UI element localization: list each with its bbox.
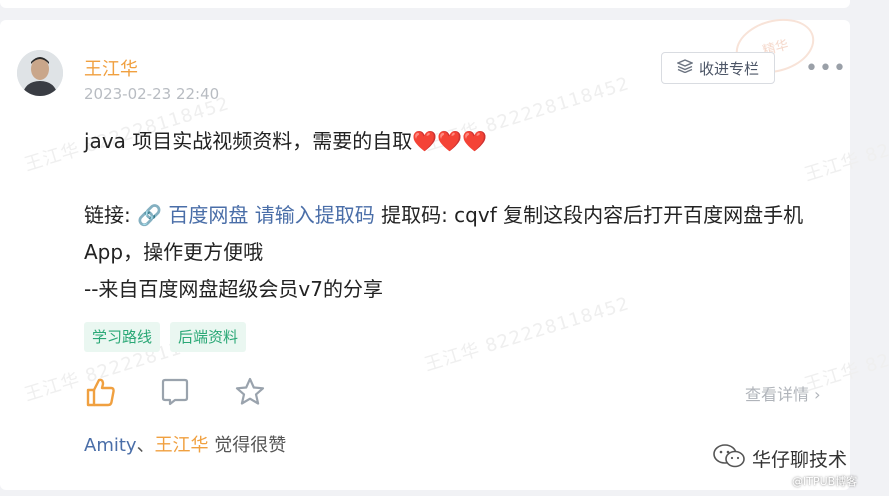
comment-icon[interactable]: [158, 375, 192, 409]
post-content: java 项目实战视频资料，需要的自取❤️❤️❤️ 链接: 🔗 百度网盘 请输入…: [84, 123, 824, 308]
avatar[interactable]: [17, 50, 63, 96]
more-icon[interactable]: •••: [805, 56, 847, 81]
previous-card: [0, 0, 850, 8]
tag-list: 学习路线 后端资料: [84, 322, 247, 352]
view-details-link[interactable]: 查看详情 ›: [745, 381, 821, 405]
liker-name[interactable]: 王江华: [155, 435, 209, 456]
tag-backend-materials[interactable]: 后端资料: [170, 322, 247, 352]
author-name[interactable]: 王江华: [84, 55, 138, 81]
baidu-pan-link[interactable]: 🔗 百度网盘 请输入提取码: [137, 203, 375, 227]
stack-icon: [676, 59, 694, 77]
wechat-watermark: 华仔聊技术: [712, 443, 847, 474]
wechat-account-name: 华仔聊技术: [752, 449, 848, 471]
post-time: 2023-02-23 22:40: [84, 85, 220, 103]
post-line-2: 链接: 🔗 百度网盘 请输入提取码 提取码: cqvf 复制这段内容后打开百度网…: [84, 197, 824, 271]
liker-name[interactable]: Amity: [84, 435, 137, 456]
liked-by: Amity、王江华 觉得很赞: [84, 431, 286, 457]
post-line-3: --来自百度网盘超级会员v7的分享: [84, 277, 383, 301]
wechat-icon: [712, 443, 746, 474]
collect-label: 收进专栏: [698, 59, 759, 78]
link-prefix: 链接:: [84, 203, 138, 227]
liked-suffix: 觉得很赞: [208, 435, 287, 456]
tag-learning-path[interactable]: 学习路线: [84, 322, 161, 352]
liker-separator: 、: [136, 435, 155, 456]
collect-to-column-button[interactable]: 收进专栏: [661, 52, 775, 84]
star-icon[interactable]: [233, 375, 267, 409]
post-line-1: java 项目实战视频资料，需要的自取❤️❤️❤️: [84, 129, 487, 153]
like-icon[interactable]: [84, 375, 118, 409]
itpub-watermark: @ITPUB博客: [792, 475, 858, 488]
